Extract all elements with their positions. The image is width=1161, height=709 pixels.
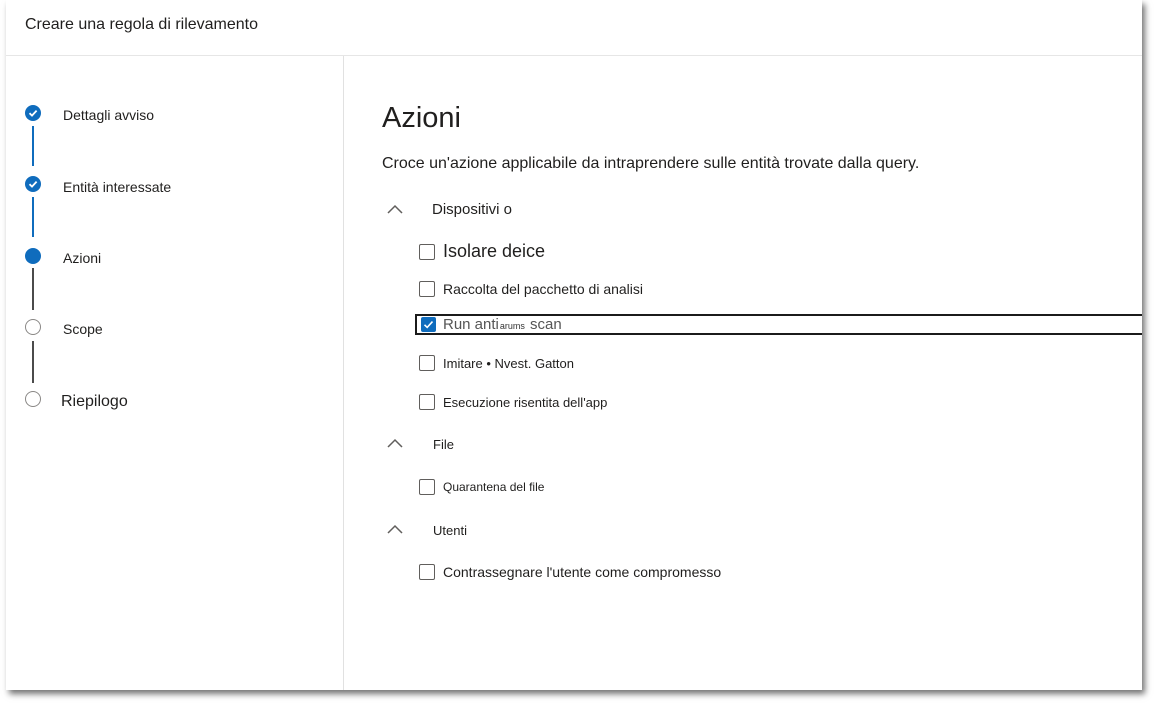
action-label: Imitare • Nvest. Gatton [443, 356, 574, 371]
panel-header: Creare una regola di rilevamento [6, 0, 1142, 56]
step-scope[interactable]: Scope [63, 321, 103, 337]
action-run-antivirus-scan[interactable]: Run antiarums scan [415, 314, 1142, 335]
action-label: Contrassegnare l'utente come compromesso [443, 564, 722, 580]
checkbox[interactable] [419, 355, 435, 371]
checkbox[interactable] [419, 281, 435, 297]
actions-content: Azioni Croce un'azione applicabile da in… [344, 56, 1142, 690]
step-pending-icon [25, 391, 41, 407]
checkbox[interactable] [419, 564, 435, 580]
step-connector [32, 268, 34, 310]
create-detection-rule-panel: Creare una regola di rilevamento Dettagl… [6, 0, 1142, 690]
action-label: Run antiarums scan [443, 316, 562, 333]
step-current-icon [25, 248, 41, 264]
step-azioni[interactable]: Azioni [63, 250, 101, 266]
step-riepilogo[interactable]: Riepilogo [61, 393, 128, 411]
step-connector [32, 126, 34, 166]
page-description: Croce un'azione applicabile da intrapren… [382, 155, 920, 172]
chevron-up-icon[interactable] [386, 203, 404, 215]
section-users-label: Utenti [433, 523, 467, 538]
action-label: Esecuzione risentita dell'app [443, 395, 608, 410]
step-entita-interessate[interactable]: Entità interessate [63, 179, 171, 195]
step-completed-icon [25, 176, 41, 192]
action-label: Raccolta del pacchetto di analisi [443, 281, 644, 297]
checkbox-checked[interactable] [421, 317, 436, 332]
step-pending-icon [25, 319, 41, 335]
wizard-steps: Dettagli avviso Entità interessate Azion… [6, 56, 344, 690]
action-label: Quarantena del file [443, 480, 545, 494]
action-label: Isolare deice [443, 241, 546, 261]
checkbox[interactable] [419, 479, 435, 495]
step-connector [32, 197, 34, 237]
step-connector [32, 341, 34, 383]
step-dettagli-avviso[interactable]: Dettagli avviso [63, 107, 154, 123]
section-file-label: File [433, 437, 454, 452]
panel-title: Creare una regola di rilevamento [25, 16, 259, 33]
page-title: Azioni [382, 102, 461, 134]
chevron-up-icon[interactable] [386, 437, 404, 449]
checkbox[interactable] [419, 394, 435, 410]
step-completed-icon [25, 105, 41, 121]
chevron-up-icon[interactable] [386, 523, 404, 535]
checkmark-icon [423, 321, 434, 329]
checkbox[interactable] [419, 244, 435, 260]
section-devices-label: Dispositivi o [432, 201, 513, 218]
